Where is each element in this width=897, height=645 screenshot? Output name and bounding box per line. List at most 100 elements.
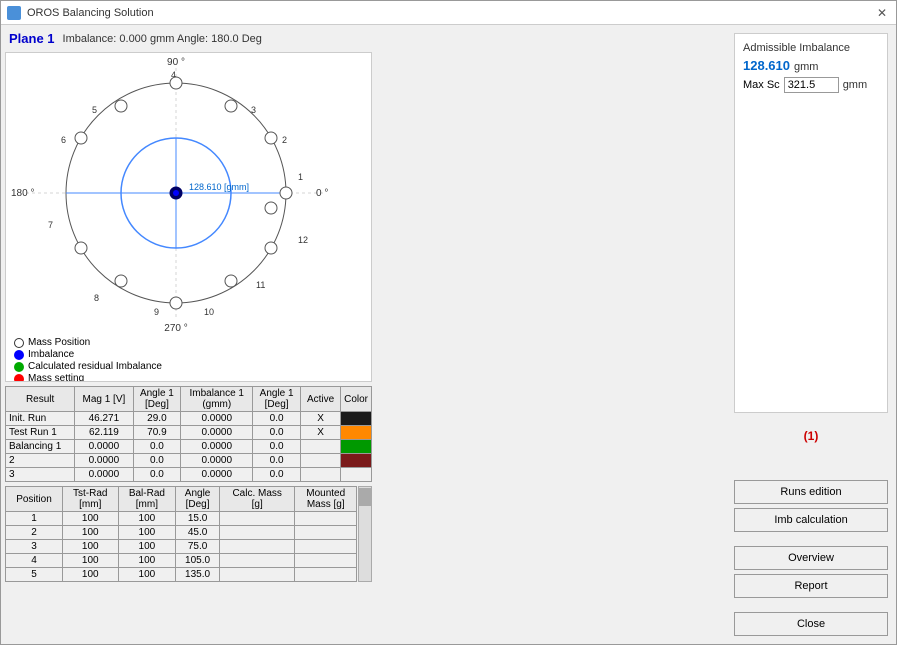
legend-mass-setting: Mass setting: [14, 373, 363, 382]
close-window-button[interactable]: ✕: [874, 5, 890, 21]
cell-mounted-mass: [295, 512, 357, 526]
cell-bal-rad: 100: [118, 554, 176, 568]
table-row: Init. Run 46.271 29.0 0.0000 0.0 X: [6, 412, 372, 426]
col-result: Result: [6, 387, 75, 412]
scroll-thumb[interactable]: [359, 488, 371, 506]
polar-svg: 90 ° 270 ° 180 ° 0 ° 1 2 3 4: [6, 53, 346, 333]
calc-residual-icon: [14, 362, 24, 372]
runs-table-wrap: Result Mag 1 [V] Angle 1[Deg] Imbalance …: [5, 386, 372, 482]
cell-result: Init. Run: [6, 412, 75, 426]
cell-mag: 62.119: [75, 426, 133, 440]
runs-edition-button[interactable]: Runs edition: [734, 480, 888, 504]
cell-angle2: 0.0: [253, 454, 301, 468]
cell-calc-mass: [219, 540, 295, 554]
left-panel: Plane 1 Imbalance: 0.000 gmm Angle: 180.…: [1, 25, 376, 644]
cell-result: 3: [6, 468, 75, 482]
diagram-area: 90 ° 270 ° 180 ° 0 ° 1 2 3 4: [5, 52, 372, 382]
max-sc-row: Max Sc gmm: [743, 77, 879, 93]
cell-angle1: 0.0: [133, 440, 181, 454]
cell-color: [341, 412, 372, 426]
cell-bal-rad: 100: [118, 540, 176, 554]
buttons-group: Runs edition Imb calculation Overview Re…: [734, 480, 888, 636]
col-mag: Mag 1 [V]: [75, 387, 133, 412]
admissible-value: 128.610: [743, 58, 790, 73]
cell-color: [341, 426, 372, 440]
table-row: 2 100 100 45.0: [6, 526, 357, 540]
polar-chart: 90 ° 270 ° 180 ° 0 ° 1 2 3 4: [6, 53, 371, 333]
cell-calc-mass: [219, 526, 295, 540]
main-window: OROS Balancing Solution ✕ Plane 1 Imbala…: [0, 0, 897, 645]
legend-mass-position: Mass Position: [14, 337, 363, 348]
cell-pos: 5: [6, 568, 63, 582]
cell-imbalance: 0.0000: [181, 468, 253, 482]
admissible-box: Admissible Imbalance 128.610 gmm Max Sc …: [734, 33, 888, 413]
cell-angle: 45.0: [176, 526, 220, 540]
table-row: Test Run 1 62.119 70.9 0.0000 0.0 X: [6, 426, 372, 440]
report-button[interactable]: Report: [734, 574, 888, 598]
legend-mass-setting-label: Mass setting: [28, 373, 84, 382]
cell-angle2: 0.0: [253, 412, 301, 426]
cell-color: [341, 440, 372, 454]
cell-tst-rad: 100: [63, 554, 119, 568]
table-row: 1 100 100 15.0: [6, 512, 357, 526]
pos-col-position: Position: [6, 487, 63, 512]
cell-mounted-mass: [295, 540, 357, 554]
cell-active: X: [301, 426, 341, 440]
svg-text:3: 3: [251, 105, 256, 115]
pos-col-angle: Angle[Deg]: [176, 487, 220, 512]
cell-bal-rad: 100: [118, 512, 176, 526]
col-color: Color: [341, 387, 372, 412]
cell-tst-rad: 100: [63, 512, 119, 526]
label-1: (1): [734, 429, 888, 443]
cell-tst-rad: 100: [63, 526, 119, 540]
admissible-unit: gmm: [794, 61, 818, 73]
svg-text:128.610 [gmm]: 128.610 [gmm]: [189, 182, 249, 192]
cell-angle1: 0.0: [133, 468, 181, 482]
cell-color: [341, 454, 372, 468]
table-row: 4 100 100 105.0: [6, 554, 357, 568]
cell-angle: 15.0: [176, 512, 220, 526]
cell-imbalance: 0.0000: [181, 440, 253, 454]
cell-angle2: 0.0: [253, 468, 301, 482]
overview-button[interactable]: Overview: [734, 546, 888, 570]
svg-text:11: 11: [256, 280, 265, 290]
pos-col-tst-rad: Tst-Rad[mm]: [63, 487, 119, 512]
positions-table: Position Tst-Rad[mm] Bal-Rad[mm] Angle[D…: [5, 486, 357, 582]
cell-mag: 46.271: [75, 412, 133, 426]
table-row: 5 100 100 135.0: [6, 568, 357, 582]
legend: Mass Position Imbalance Calculated resid…: [6, 333, 371, 382]
cell-calc-mass: [219, 568, 295, 582]
close-button[interactable]: Close: [734, 612, 888, 636]
cell-angle1: 29.0: [133, 412, 181, 426]
cell-angle1: 0.0: [133, 454, 181, 468]
svg-text:0 °: 0 °: [316, 188, 328, 199]
scroll-bar[interactable]: [358, 486, 372, 582]
cell-result: Test Run 1: [6, 426, 75, 440]
pos-col-bal-rad: Bal-Rad[mm]: [118, 487, 176, 512]
cell-mounted-mass: [295, 554, 357, 568]
col-angle2: Angle 1[Deg]: [253, 387, 301, 412]
tables-area: Result Mag 1 [V] Angle 1[Deg] Imbalance …: [5, 386, 372, 582]
max-sc-input[interactable]: [784, 77, 839, 93]
cell-color: [341, 468, 372, 482]
cell-tst-rad: 100: [63, 540, 119, 554]
svg-text:1: 1: [298, 172, 303, 182]
col-angle1: Angle 1[Deg]: [133, 387, 181, 412]
cell-pos: 1: [6, 512, 63, 526]
cell-angle2: 0.0: [253, 440, 301, 454]
legend-calc-residual-label: Calculated residual Imbalance: [28, 361, 162, 372]
cell-tst-rad: 100: [63, 568, 119, 582]
svg-text:9: 9: [154, 307, 159, 317]
imb-calculation-button[interactable]: Imb calculation: [734, 508, 888, 532]
cell-angle1: 70.9: [133, 426, 181, 440]
middle-panel: [376, 25, 726, 644]
cell-angle: 105.0: [176, 554, 220, 568]
runs-table: Result Mag 1 [V] Angle 1[Deg] Imbalance …: [5, 386, 372, 482]
plane-info: Imbalance: 0.000 gmm Angle: 180.0 Deg: [63, 33, 262, 45]
main-content: Plane 1 Imbalance: 0.000 gmm Angle: 180.…: [1, 25, 896, 644]
cell-pos: 4: [6, 554, 63, 568]
table-row: 2 0.0000 0.0 0.0000 0.0: [6, 454, 372, 468]
legend-calc-residual: Calculated residual Imbalance: [14, 361, 363, 372]
app-icon: [7, 6, 21, 20]
cell-active: [301, 468, 341, 482]
